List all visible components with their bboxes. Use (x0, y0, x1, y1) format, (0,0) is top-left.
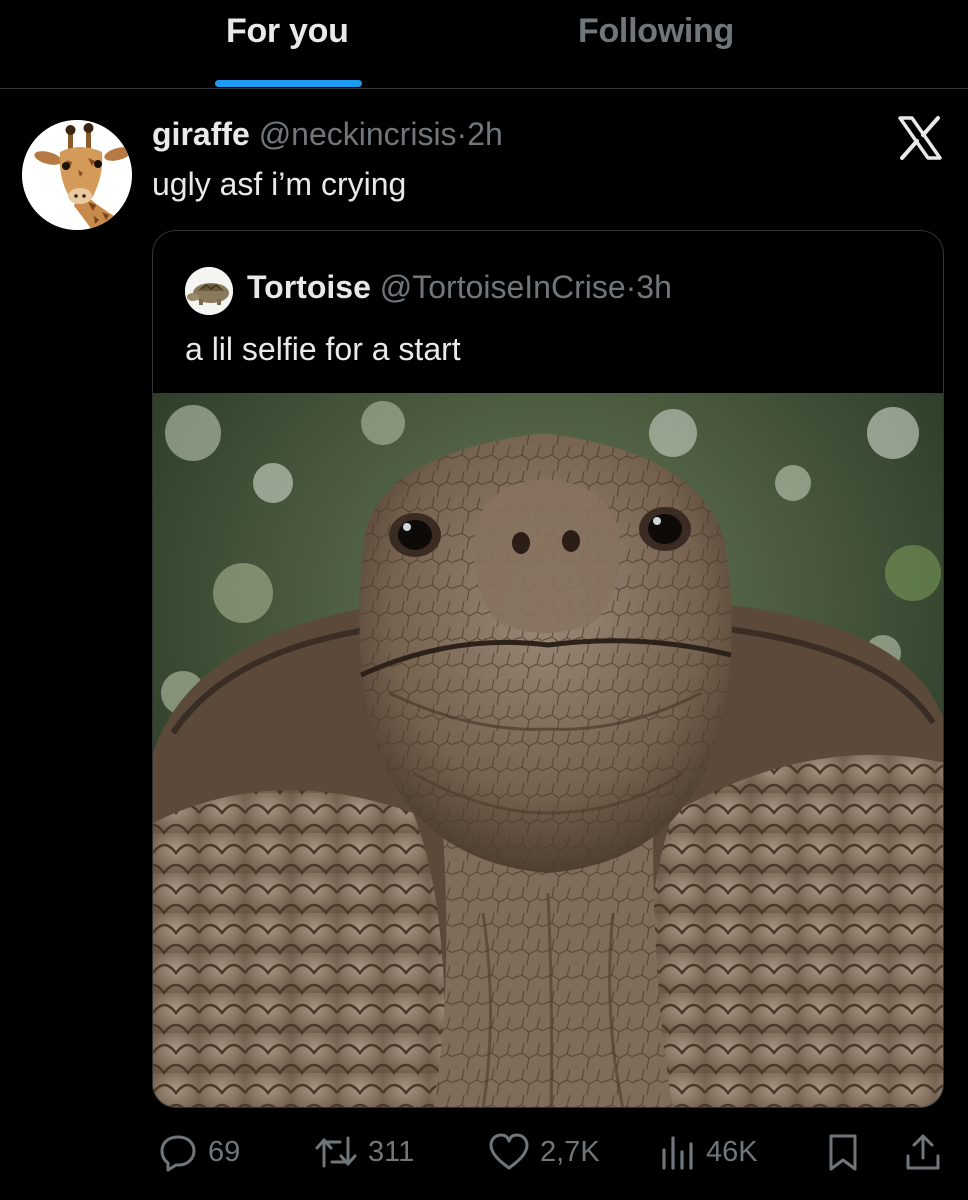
tab-for-you[interactable]: For you (226, 12, 349, 51)
quoted-separator-dot: · (625, 269, 637, 305)
bookmark-icon (829, 1134, 857, 1171)
timeline-tabs: For you Following (0, 0, 968, 89)
separator-dot: · (456, 116, 468, 152)
like-button[interactable]: 2,7K (488, 1130, 600, 1174)
like-count: 2,7K (540, 1135, 600, 1168)
analytics-icon (662, 1136, 693, 1170)
quoted-tweet-header: Tortoise @TortoiseInCrise·3h (247, 269, 672, 306)
quoted-tweet-text: a lil selfie for a start (185, 331, 461, 367)
quoted-author-handle[interactable]: @TortoiseInCrise (380, 269, 626, 305)
author-name[interactable]: giraffe (152, 116, 250, 152)
x-logo-icon (896, 114, 944, 162)
repost-icon (315, 1136, 357, 1168)
view-count: 46K (706, 1135, 758, 1168)
giraffe-avatar-icon (22, 120, 132, 230)
quoted-tweet-time[interactable]: 3h (636, 269, 672, 305)
author-handle[interactable]: @neckincrisis (259, 116, 457, 152)
reply-button[interactable]: 69 (158, 1130, 240, 1174)
share-button[interactable] (904, 1130, 942, 1174)
tweet-time[interactable]: 2h (467, 116, 503, 152)
repost-button[interactable]: 311 (314, 1130, 414, 1174)
heart-icon (489, 1133, 529, 1170)
tweet-text: ugly asf i’m crying (152, 166, 407, 202)
tweet-header: giraffe @neckincrisis·2h (152, 116, 503, 153)
quoted-avatar[interactable] (185, 267, 233, 315)
tortoise-avatar-icon (185, 267, 233, 315)
active-tab-indicator (215, 80, 362, 87)
reply-icon (160, 1135, 196, 1172)
quoted-author-name[interactable]: Tortoise (247, 269, 371, 305)
share-icon (906, 1134, 940, 1170)
bookmark-button[interactable] (826, 1130, 860, 1174)
views-button[interactable]: 46K (660, 1130, 758, 1174)
avatar[interactable] (22, 120, 132, 230)
tortoise-selfie-photo[interactable] (153, 393, 943, 1107)
repost-count: 311 (368, 1135, 415, 1168)
reply-count: 69 (208, 1135, 241, 1168)
tab-following[interactable]: Following (578, 12, 734, 51)
quoted-tweet-card[interactable]: Tortoise @TortoiseInCrise·3h a lil selfi… (152, 230, 944, 1108)
